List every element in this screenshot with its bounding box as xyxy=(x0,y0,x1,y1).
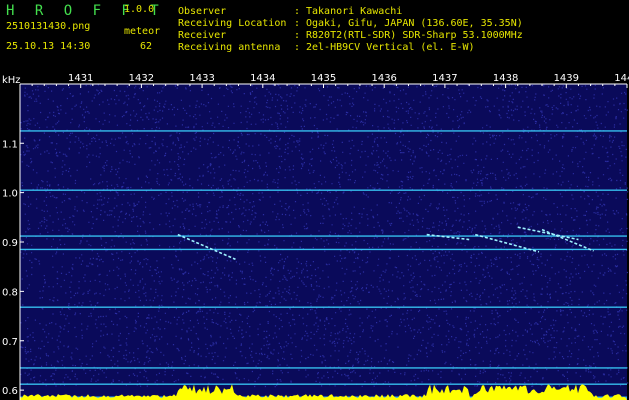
info-sep: : xyxy=(294,18,301,29)
x-tick-label: 1432 xyxy=(129,73,154,84)
y-axis-label: kHz xyxy=(2,75,21,86)
info-row-receiver: Receiver: R820T2(RTL-SDR) SDR-Sharp 53.10… xyxy=(178,30,523,42)
filename-label: 2510131430.png xyxy=(6,21,91,32)
info-value: Ogaki, Gifu, JAPAN (136.60E, 35.35N) xyxy=(306,18,523,29)
y-tick-label: 0.9 xyxy=(2,238,18,249)
info-sep: : xyxy=(294,6,301,17)
x-tick-label: 1431 xyxy=(68,73,93,84)
info-key: Receiver xyxy=(178,30,227,41)
meteor-count-label: meteor xyxy=(124,26,161,37)
info-row-antenna: Receiving antenna:2el-HB9CV Vertical (el… xyxy=(178,42,523,54)
version-label: 1.0.0 xyxy=(124,4,155,15)
x-tick-label: 1439 xyxy=(554,73,579,84)
info-sep: : xyxy=(294,30,301,41)
x-tick-label: 1433 xyxy=(189,73,214,84)
info-row-observer: Observer: Takanori Kawachi xyxy=(178,6,523,18)
spectrogram-svg: 1431 1432 1433 1434 1435 1436 1437 1438 1439 1440… xyxy=(0,70,629,400)
info-value: R820T2(RTL-SDR) SDR-Sharp 53.1000MHz xyxy=(306,30,523,41)
info-value: Takanori Kawachi xyxy=(306,6,403,17)
x-tick-label: 1437 xyxy=(432,73,457,84)
meteor-count-value: 62 xyxy=(140,41,153,52)
y-tick-label: 0.6 xyxy=(2,386,18,397)
info-key: Receiving Location xyxy=(178,18,287,29)
x-tick-label: 1435 xyxy=(311,73,336,84)
x-tick-label: 1438 xyxy=(493,73,518,84)
info-sep: : xyxy=(294,42,301,53)
spectrogram-plot: 1431 1432 1433 1434 1435 1436 1437 1438 1439 1440… xyxy=(0,70,629,400)
datetime-label: 25.10.13 14:30 xyxy=(6,41,91,52)
y-tick-label: 0.7 xyxy=(2,337,18,348)
y-tick-label: 1.0 xyxy=(2,189,18,200)
info-value: 2el-HB9CV Vertical (el. E-W) xyxy=(306,42,475,53)
x-tick-label: 1434 xyxy=(250,73,275,84)
info-row-location: Receiving Location: Ogaki, Gifu, JAPAN (1… xyxy=(178,18,523,30)
x-tick-label: 1436 xyxy=(371,73,396,84)
info-key: Observer xyxy=(178,6,227,17)
y-tick-label: 1.1 xyxy=(2,139,18,150)
header-panel: H R O F F T 1.0.0 2510131430.png 25.10.1… xyxy=(0,0,629,70)
station-info: Observer: Takanori Kawachi Receiving Loca… xyxy=(178,6,523,54)
x-tick-label: 1440 xyxy=(614,73,629,84)
info-key: Receiving antenna xyxy=(178,42,281,53)
y-tick-label: 0.8 xyxy=(2,287,18,298)
